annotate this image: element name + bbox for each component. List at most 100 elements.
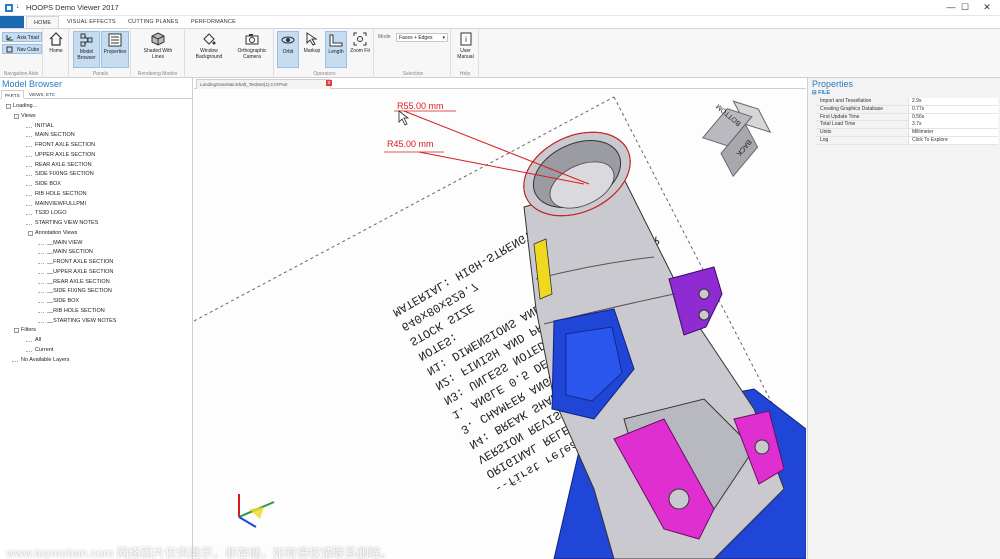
- property-row[interactable]: Units Millimeter: [816, 129, 998, 137]
- tree-item[interactable]: MAIN SECTION: [0, 131, 193, 141]
- tree-item-label: TS3D LOGO: [35, 210, 67, 217]
- property-key: Units: [820, 129, 832, 136]
- model-browser-subtabs: PARTS VIEWS, ETC: [0, 90, 193, 99]
- tree-item[interactable]: __REAR AXLE SECTION: [0, 278, 193, 288]
- minimize-button[interactable]: —: [944, 2, 958, 13]
- properties-button[interactable]: Properties: [101, 31, 129, 68]
- nav-cube-label: Nav Cube: [17, 47, 40, 53]
- tree-item[interactable]: REAR AXLE SECTION: [0, 161, 193, 171]
- close-window-button[interactable]: ✕: [980, 2, 994, 13]
- tree-item-label: SIDE FIXING SECTION: [35, 171, 94, 178]
- tree-collapse-icon[interactable]: -: [14, 328, 19, 334]
- tree-item[interactable]: - Views: [0, 112, 193, 122]
- home-button[interactable]: Home: [45, 31, 67, 54]
- axis-triad-icon: [6, 35, 13, 41]
- zoom-fit-button[interactable]: Zoom Fit: [349, 31, 371, 54]
- property-row[interactable]: Log Click To Explore: [816, 136, 998, 145]
- property-row[interactable]: Import and Tessellation 2.9s: [816, 98, 998, 106]
- tree-item-label: INITIAL: [35, 122, 54, 129]
- tab-visual-effects[interactable]: VISUAL EFFECTS: [60, 16, 123, 28]
- tree-item-label: __STARTING VIEW NOTES: [47, 317, 117, 324]
- length-label: Length: [328, 49, 344, 55]
- property-row[interactable]: First Update Time 0.56s: [816, 113, 998, 122]
- tree-item[interactable]: TS3D LOGO: [0, 209, 193, 219]
- tree-connector: [38, 272, 44, 274]
- tree-item[interactable]: - Filters: [0, 326, 193, 336]
- tree-item-label: Current: [35, 346, 54, 353]
- close-tab-icon[interactable]: x: [326, 80, 332, 86]
- tree-collapse-icon[interactable]: -: [28, 230, 33, 236]
- tab-cutting-planes[interactable]: CUTTING PLANES: [121, 16, 185, 28]
- tree-item-label: __UPPER AXLE SECTION: [47, 268, 114, 275]
- nav-cube[interactable]: [696, 94, 776, 178]
- model-browser-label: Model Browser: [77, 49, 96, 61]
- tree-item[interactable]: STARTING VIEW NOTES: [0, 219, 193, 229]
- scene-canvas[interactable]: --first releaseORIGINAL RELEASEVERSION R…: [194, 89, 806, 559]
- maximize-button[interactable]: ☐: [958, 2, 972, 13]
- file-tab[interactable]: [0, 16, 24, 28]
- property-row[interactable]: Total Load Time 3.7s: [816, 121, 998, 130]
- tree-item[interactable]: No Available Layers: [0, 356, 193, 366]
- quick-access-dropdown-icon[interactable]: ↓: [16, 3, 20, 10]
- tab-home[interactable]: HOME: [26, 16, 60, 28]
- tree-connector: [26, 350, 32, 352]
- tree-item[interactable]: __MAIN VIEW: [0, 239, 193, 249]
- tree-item[interactable]: SIDE FIXING SECTION: [0, 170, 193, 180]
- tree-connector: [26, 146, 32, 147]
- tree-item[interactable]: __RIB HOLE SECTION: [0, 307, 193, 317]
- orbit-button[interactable]: Orbit: [277, 31, 299, 68]
- mode-label: Mode: [378, 34, 391, 40]
- tab-views-etc[interactable]: VIEWS, ETC: [26, 90, 58, 99]
- 3d-viewport[interactable]: --first releaseORIGINAL RELEASEVERSION R…: [194, 89, 806, 559]
- group-help: i User Manual Help: [452, 29, 479, 78]
- ruler-icon: [329, 34, 343, 47]
- orthographic-camera-label: Orthographic Camera: [237, 48, 267, 60]
- group-label: Navigation Aids: [3, 71, 39, 77]
- tree-item[interactable]: MAINVIEWFULLPMI: [0, 200, 193, 210]
- property-row[interactable]: Creating Graphics Database 0.77s: [816, 105, 998, 114]
- tree-connector: [38, 282, 44, 284]
- window-background-button[interactable]: Window Background: [189, 31, 229, 60]
- axis-triad-button[interactable]: Axis Triad: [2, 32, 42, 42]
- tree-item[interactable]: __STARTING VIEW NOTES: [0, 317, 193, 327]
- tree-item[interactable]: - Loading...: [0, 102, 193, 112]
- tree-collapse-icon[interactable]: -: [14, 113, 19, 119]
- length-button[interactable]: Length: [325, 31, 347, 68]
- tree-item[interactable]: - Annotation Views: [0, 229, 193, 239]
- shaded-with-lines-button[interactable]: Shaded With Lines: [139, 31, 177, 60]
- tree-item[interactable]: __SIDE FIXING SECTION: [0, 287, 193, 297]
- tree-item[interactable]: FRONT AXLE SECTION: [0, 141, 193, 151]
- tab-parts[interactable]: PARTS: [1, 90, 24, 99]
- orthographic-camera-button[interactable]: Orthographic Camera: [231, 31, 273, 60]
- model-browser-button[interactable]: Model Browser: [73, 31, 100, 68]
- user-manual-button[interactable]: i User Manual: [454, 31, 477, 60]
- tree-collapse-icon[interactable]: -: [6, 104, 11, 109]
- selection-mode-dropdown[interactable]: Faces + Edges ▾: [396, 33, 448, 42]
- markup-button[interactable]: Markup: [301, 31, 323, 54]
- tree-item[interactable]: RIB HOLE SECTION: [0, 190, 193, 200]
- properties-panel: Properties ⊟ FILE Import and Tessellatio…: [807, 78, 1000, 559]
- group-camera: Window Background Orthographic Camera: [187, 29, 274, 78]
- tree-item[interactable]: INITIAL: [0, 122, 193, 132]
- dimension-label-r55[interactable]: R55.00 mm: [397, 101, 444, 111]
- tree-item[interactable]: Current: [0, 346, 193, 356]
- tree-item[interactable]: __FRONT AXLE SECTION: [0, 258, 193, 268]
- tree-item[interactable]: UPPER AXLE SECTION: [0, 151, 193, 161]
- tree-connector: [26, 341, 32, 342]
- tree-item-label: Views: [21, 112, 36, 119]
- tree-item-label: SIDE BOX: [35, 181, 61, 187]
- tree-item[interactable]: __UPPER AXLE SECTION: [0, 268, 193, 278]
- nav-cube-button[interactable]: Nav Cube: [2, 44, 42, 54]
- dimension-label-r45[interactable]: R45.00 mm: [387, 139, 434, 149]
- properties-section-file[interactable]: ⊟ FILE: [812, 90, 830, 96]
- group-label: Help: [459, 71, 471, 77]
- tree-item[interactable]: __SIDE BOX: [0, 297, 193, 307]
- document-tab[interactable]: LandingGearMainShaft_TestSet(1).CATPart: [196, 79, 331, 89]
- tab-performance[interactable]: PERFORMANCE: [184, 16, 243, 28]
- tree-item-label: All: [35, 337, 42, 343]
- manual-book-icon: i: [460, 32, 471, 46]
- group-navigation-aids: Axis Triad Nav Cube Navigation Aids: [0, 29, 43, 78]
- tree-item[interactable]: SIDE BOX: [0, 180, 193, 190]
- tree-item[interactable]: All: [0, 336, 193, 346]
- tree-item[interactable]: __MAIN SECTION: [0, 248, 193, 258]
